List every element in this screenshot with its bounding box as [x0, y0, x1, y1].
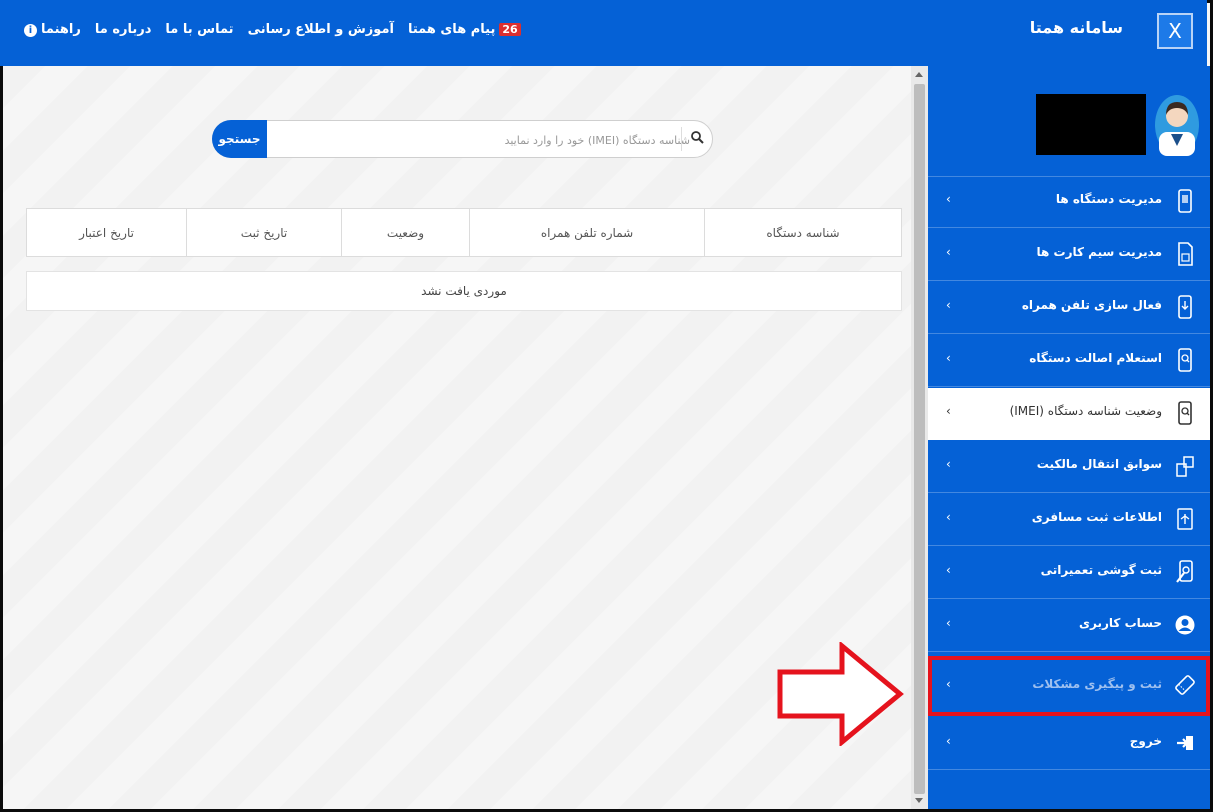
phone-search-icon	[1178, 348, 1192, 372]
sidebar-item-label: ثبت گوشی تعمیراتی	[1040, 563, 1162, 577]
sidebar-item-sim-management[interactable]: مدیریت سیم کارت ها ‹	[928, 229, 1210, 281]
messages-count-badge: 26	[499, 23, 521, 36]
search-button[interactable]: جستجو	[212, 120, 267, 158]
user-account-icon	[1175, 615, 1195, 635]
sidebar: مدیریت دستگاه ها ‹ مدیریت سیم کارت ها ‹ …	[928, 66, 1210, 809]
annotation-arrow-icon	[777, 642, 904, 746]
ticket-icon	[1175, 675, 1195, 695]
top-bar: i راهنما درباره ما تماس با ما آموزش و اطل…	[0, 0, 1207, 66]
chevron-left-icon: ‹	[946, 192, 951, 206]
sidebar-item-label: خروج	[1129, 734, 1162, 748]
chevron-left-icon: ‹	[946, 245, 951, 259]
sidebar-item-label: فعال سازی تلفن همراه	[1021, 298, 1162, 312]
sidebar-item-imei-status[interactable]: وضعیت شناسه دستگاه (IMEI) ‹	[928, 388, 1210, 440]
column-validity-date[interactable]: تاریخ اعتبار	[27, 209, 186, 256]
scrollbar-thumb[interactable]	[914, 84, 925, 794]
sidebar-item-phone-activation[interactable]: فعال سازی تلفن همراه ‹	[928, 282, 1210, 334]
sidebar-item-user-account[interactable]: حساب کاربری ‹	[928, 600, 1210, 652]
sidebar-item-label: مدیریت سیم کارت ها	[1036, 245, 1162, 259]
scroll-down-arrow-icon[interactable]	[915, 798, 923, 803]
chevron-left-icon: ‹	[946, 677, 951, 691]
nav-messages-label: پیام های همتا	[407, 22, 496, 37]
main-scrollbar[interactable]	[911, 66, 928, 809]
nav-guide-link[interactable]: i راهنما	[24, 22, 81, 37]
column-phone-number[interactable]: شماره تلفن همراه	[469, 209, 704, 256]
sidebar-item-ownership-transfer[interactable]: سوابق انتقال مالکیت ‹	[928, 441, 1210, 493]
sidebar-item-label: ثبت و پیگیری مشکلات	[1032, 677, 1162, 691]
avatar	[1155, 95, 1199, 156]
passenger-icon	[1177, 508, 1193, 530]
phone-icon	[1178, 189, 1192, 213]
transfer-icon	[1176, 456, 1194, 477]
redacted-username	[1036, 94, 1146, 155]
sidebar-item-label: حساب کاربری	[1079, 616, 1162, 630]
table-empty-message: موردی یافت نشد	[26, 271, 902, 311]
info-icon: i	[24, 24, 37, 37]
repair-icon	[1176, 560, 1193, 583]
nav-training-link[interactable]: آموزش و اطلاع رسانی	[248, 22, 394, 37]
phone-search-icon	[1178, 401, 1192, 425]
devices-table-header: شناسه دستگاه شماره تلفن همراه وضعیت تاری…	[26, 208, 902, 257]
main-content: جستجو شناسه دستگاه شماره تلفن همراه وضعی…	[3, 66, 911, 809]
chevron-left-icon: ‹	[946, 404, 951, 418]
chevron-left-icon: ‹	[946, 616, 951, 630]
search-icon[interactable]	[690, 130, 704, 144]
sidebar-item-label: سوابق انتقال مالکیت	[1036, 457, 1162, 471]
phone-activate-icon	[1178, 295, 1192, 319]
scroll-up-arrow-icon[interactable]	[915, 72, 923, 77]
column-status[interactable]: وضعیت	[341, 209, 469, 256]
sim-card-icon	[1178, 242, 1193, 266]
sidebar-item-label: استعلام اصالت دستگاه	[1029, 351, 1162, 365]
sidebar-item-ticket-support[interactable]: ثبت و پیگیری مشکلات ‹	[928, 656, 1210, 716]
column-device-id[interactable]: شناسه دستگاه	[704, 209, 901, 256]
top-nav: i راهنما درباره ما تماس با ما آموزش و اطل…	[24, 22, 535, 37]
close-button[interactable]: X	[1157, 13, 1193, 49]
app-title: سامانه همتا	[1029, 18, 1123, 37]
logout-icon	[1177, 736, 1193, 750]
nav-about-link[interactable]: درباره ما	[95, 22, 152, 37]
column-registration-date[interactable]: تاریخ ثبت	[186, 209, 341, 256]
search-bar: جستجو	[212, 120, 713, 158]
sidebar-item-device-management[interactable]: مدیریت دستگاه ها ‹	[928, 176, 1210, 228]
user-profile	[928, 66, 1210, 177]
sidebar-item-logout[interactable]: خروج ‹	[928, 718, 1210, 770]
sidebar-item-repair-registration[interactable]: ثبت گوشی تعمیراتی ‹	[928, 547, 1210, 599]
nav-messages-link[interactable]: پیام های همتا 26	[408, 22, 521, 37]
chevron-left-icon: ‹	[946, 563, 951, 577]
sidebar-item-label: اطلاعات ثبت مسافری	[1031, 510, 1162, 524]
chevron-left-icon: ‹	[946, 457, 951, 471]
nav-guide-label: راهنما	[41, 22, 81, 37]
imei-search-input[interactable]	[273, 130, 692, 150]
search-divider	[681, 127, 682, 151]
chevron-left-icon: ‹	[946, 510, 951, 524]
nav-contact-link[interactable]: تماس با ما	[165, 22, 233, 37]
sidebar-item-passenger-registration[interactable]: اطلاعات ثبت مسافری ‹	[928, 494, 1210, 546]
sidebar-item-device-authenticity[interactable]: استعلام اصالت دستگاه ‹	[928, 335, 1210, 387]
chevron-left-icon: ‹	[946, 734, 951, 748]
sidebar-item-label: وضعیت شناسه دستگاه (IMEI)	[1009, 404, 1162, 418]
chevron-left-icon: ‹	[946, 298, 951, 312]
chevron-left-icon: ‹	[946, 351, 951, 365]
sidebar-item-label: مدیریت دستگاه ها	[1055, 192, 1162, 206]
